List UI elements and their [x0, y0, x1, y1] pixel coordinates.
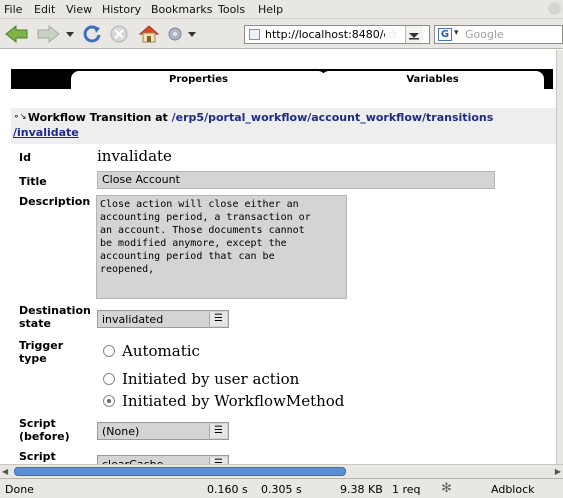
destination-state-select[interactable]: invalidated ☰ — [97, 310, 229, 328]
select-dropdown-icon[interactable]: ☰ — [209, 424, 227, 438]
tab-properties[interactable]: Properties — [71, 71, 326, 89]
search-engine-icon[interactable]: G — [438, 28, 452, 41]
load-time-1: 0.160 s — [207, 483, 248, 496]
id-value: invalidate — [97, 147, 172, 165]
trigger-option-automatic[interactable]: Automatic — [103, 342, 200, 360]
description-label: Description — [19, 195, 91, 208]
navigation-toolbar: http://localhost:8480/erp5/portal_workfl… — [0, 19, 563, 49]
search-engine-dropdown-icon[interactable]: ▾ — [454, 28, 459, 38]
forward-arrow-icon[interactable] — [35, 23, 61, 45]
gear-dropdown-icon[interactable] — [186, 23, 198, 45]
page-favicon-icon — [249, 29, 260, 40]
script-before-label: Script (before) — [19, 417, 70, 443]
menu-bar: File Edit View History Bookmarks Tools H… — [0, 0, 563, 19]
trigger-option-user-action[interactable]: Initiated by user action — [103, 370, 299, 388]
back-arrow-icon[interactable] — [4, 23, 30, 45]
status-text: Done — [5, 483, 34, 496]
scroll-left-icon[interactable]: ◀ — [2, 466, 12, 477]
vertical-scrollbar[interactable] — [556, 50, 563, 464]
tab-strip: Properties Variables — [11, 69, 553, 89]
script-after-select[interactable]: clearCache ☰ — [97, 455, 229, 464]
destination-state-label-line1: Destination — [19, 304, 91, 317]
menu-help[interactable]: Help — [258, 3, 283, 16]
script-before-label-line2: (before) — [19, 430, 70, 443]
menu-edit[interactable]: Edit — [34, 3, 55, 16]
trigger-type-label-line2: type — [19, 352, 47, 365]
destination-state-value: invalidated — [102, 313, 164, 326]
adblock-label[interactable]: Adblock — [491, 483, 535, 496]
horizontal-scroll-thumb[interactable] — [14, 467, 346, 476]
script-after-label: Script — [19, 450, 56, 463]
url-bar[interactable]: http://localhost:8480/erp5/portal_workfl… — [244, 25, 430, 44]
trigger-option-label: Initiated by user action — [122, 370, 300, 388]
title-input[interactable]: Close Account — [97, 171, 495, 189]
scroll-right-icon[interactable]: ▶ — [551, 466, 561, 477]
menu-file[interactable]: File — [4, 3, 22, 16]
bookmark-star-icon[interactable]: ☆ — [387, 27, 398, 41]
radio-user-action[interactable] — [103, 373, 115, 385]
gear-icon[interactable] — [166, 23, 184, 45]
page-size: 9.38 KB — [340, 483, 383, 496]
menu-view[interactable]: View — [66, 3, 92, 16]
script-before-select[interactable]: (None) ☰ — [97, 422, 229, 440]
trigger-option-workflow-method[interactable]: Initiated by WorkflowMethod — [103, 392, 344, 410]
load-time-2: 0.305 s — [261, 483, 302, 496]
breadcrumb: ⚬↘ Workflow Transition at /erp5/portal_w… — [11, 108, 556, 144]
menu-history[interactable]: History — [102, 3, 141, 16]
trigger-option-label: Automatic — [122, 342, 200, 360]
trigger-type-label-line1: Trigger — [19, 339, 64, 352]
throbber-icon — [548, 2, 561, 15]
url-text[interactable]: http://localhost:8480/erp5/portal_workfl… — [265, 28, 385, 41]
breadcrumb-leaf-link[interactable]: /invalidate — [13, 126, 79, 139]
horizontal-scrollbar[interactable]: ◀ ▶ — [0, 464, 563, 478]
search-input[interactable]: Google — [465, 28, 504, 41]
breadcrumb-prefix: Workflow Transition at — [27, 111, 168, 124]
radio-automatic[interactable] — [103, 345, 115, 357]
transition-icon: ⚬↘ — [13, 112, 27, 121]
radio-workflow-method[interactable] — [103, 395, 115, 407]
addon-gear-icon[interactable]: ✻ — [441, 481, 452, 496]
destination-state-label-line2: state — [19, 317, 51, 330]
breadcrumb-path-link[interactable]: /erp5/portal_workflow/account_workflow/t… — [172, 111, 494, 124]
tab-variables[interactable]: Variables — [321, 71, 544, 89]
script-before-value: (None) — [102, 425, 140, 438]
url-dropdown-button[interactable] — [405, 26, 423, 43]
trigger-option-label: Initiated by WorkflowMethod — [122, 392, 345, 410]
destination-state-label: Destination state — [19, 304, 91, 330]
menu-bookmarks[interactable]: Bookmarks — [151, 3, 212, 16]
history-dropdown-icon[interactable] — [64, 23, 76, 45]
script-before-label-line1: Script — [19, 417, 56, 430]
chevron-down-icon — [409, 33, 419, 40]
status-bar: Done 0.160 s 0.305 s 9.38 KB 1 req ✻ Adb… — [0, 478, 563, 498]
reload-icon[interactable] — [80, 23, 104, 45]
search-bar[interactable]: G ▾ Google — [434, 25, 563, 44]
stop-icon[interactable] — [108, 23, 130, 45]
trigger-type-label: Trigger type — [19, 339, 63, 365]
description-textarea[interactable]: Close action will close either an accoun… — [96, 195, 347, 299]
menu-tools[interactable]: Tools — [218, 3, 245, 16]
select-dropdown-icon[interactable]: ☰ — [209, 312, 227, 326]
home-icon[interactable] — [137, 23, 161, 45]
id-label: Id — [19, 151, 31, 164]
page-content: Properties Variables ⚬↘ Workflow Transit… — [0, 50, 556, 464]
select-dropdown-icon[interactable]: ☰ — [209, 457, 227, 464]
title-label: Title — [19, 175, 47, 188]
request-count: 1 req — [392, 483, 421, 496]
